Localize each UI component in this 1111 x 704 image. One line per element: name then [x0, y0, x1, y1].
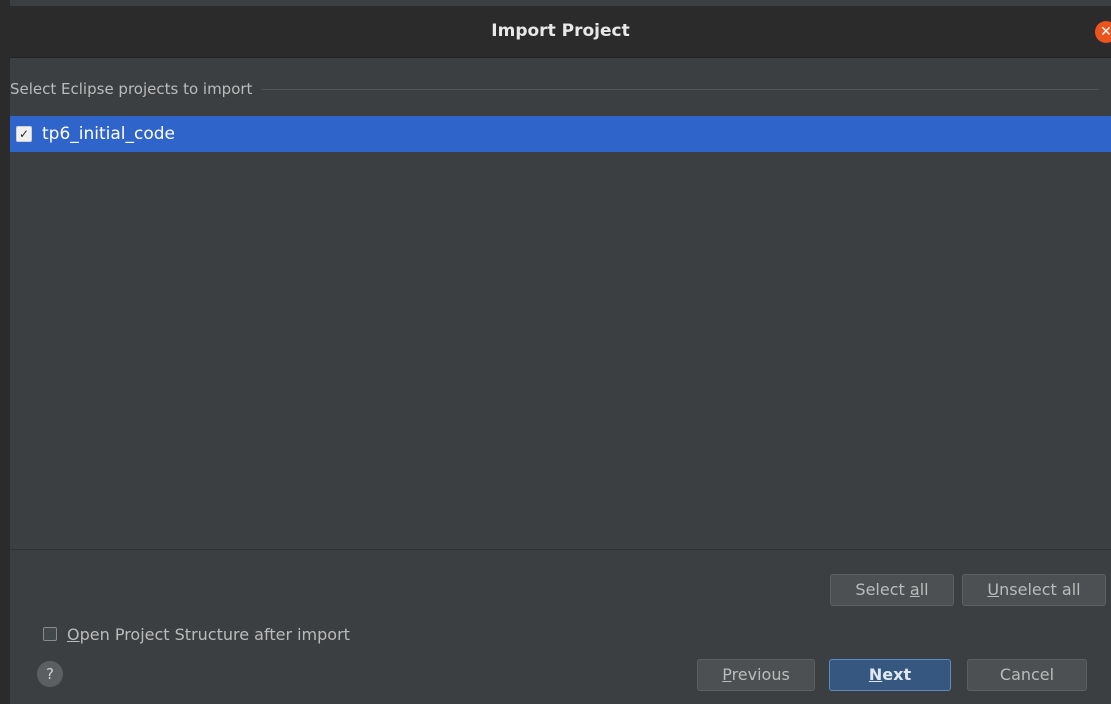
- project-list[interactable]: ✓ tp6_initial_code: [10, 116, 1111, 550]
- section-divider: [262, 88, 1099, 90]
- open-structure-option[interactable]: Open Project Structure after import: [43, 623, 350, 645]
- unselect-all-label-post: nselect all: [999, 580, 1081, 599]
- help-icon[interactable]: ?: [37, 661, 63, 687]
- next-mnemonic: N: [868, 665, 883, 684]
- dialog-title: Import Project: [491, 21, 630, 41]
- cancel-button[interactable]: Cancel: [967, 659, 1087, 691]
- section-header: Select Eclipse projects to import: [10, 78, 1111, 100]
- next-button[interactable]: Next: [829, 659, 951, 691]
- previous-label-post: revious: [731, 665, 790, 684]
- section-label: Select Eclipse projects to import: [10, 80, 253, 98]
- title-bar: Import Project ✕: [10, 6, 1111, 58]
- previous-button[interactable]: Previous: [697, 659, 815, 691]
- select-all-mnemonic: a: [909, 580, 920, 599]
- project-row[interactable]: ✓ tp6_initial_code: [10, 116, 1111, 152]
- select-all-label-post: ll: [919, 580, 929, 599]
- project-name: tp6_initial_code: [42, 124, 176, 144]
- select-all-label-pre: Select: [855, 580, 910, 599]
- project-checkbox[interactable]: ✓: [16, 126, 32, 142]
- unselect-all-mnemonic: U: [987, 580, 1000, 599]
- previous-mnemonic: P: [722, 665, 732, 684]
- select-all-button[interactable]: Select all: [830, 574, 954, 606]
- open-structure-mnemonic: O: [67, 624, 80, 644]
- open-structure-checkbox[interactable]: [43, 627, 57, 641]
- dialog-content: Select Eclipse projects to import ✓ tp6_…: [10, 58, 1111, 704]
- open-structure-label-post: pen Project Structure after import: [79, 624, 350, 644]
- window-edge: [0, 0, 10, 704]
- unselect-all-button[interactable]: Unselect all: [962, 574, 1106, 606]
- import-project-dialog: Import Project ✕ Select Eclipse projects…: [0, 0, 1111, 704]
- next-label-post: ext: [882, 665, 912, 684]
- close-icon[interactable]: ✕: [1095, 21, 1111, 43]
- open-structure-label: Open Project Structure after import: [67, 625, 350, 644]
